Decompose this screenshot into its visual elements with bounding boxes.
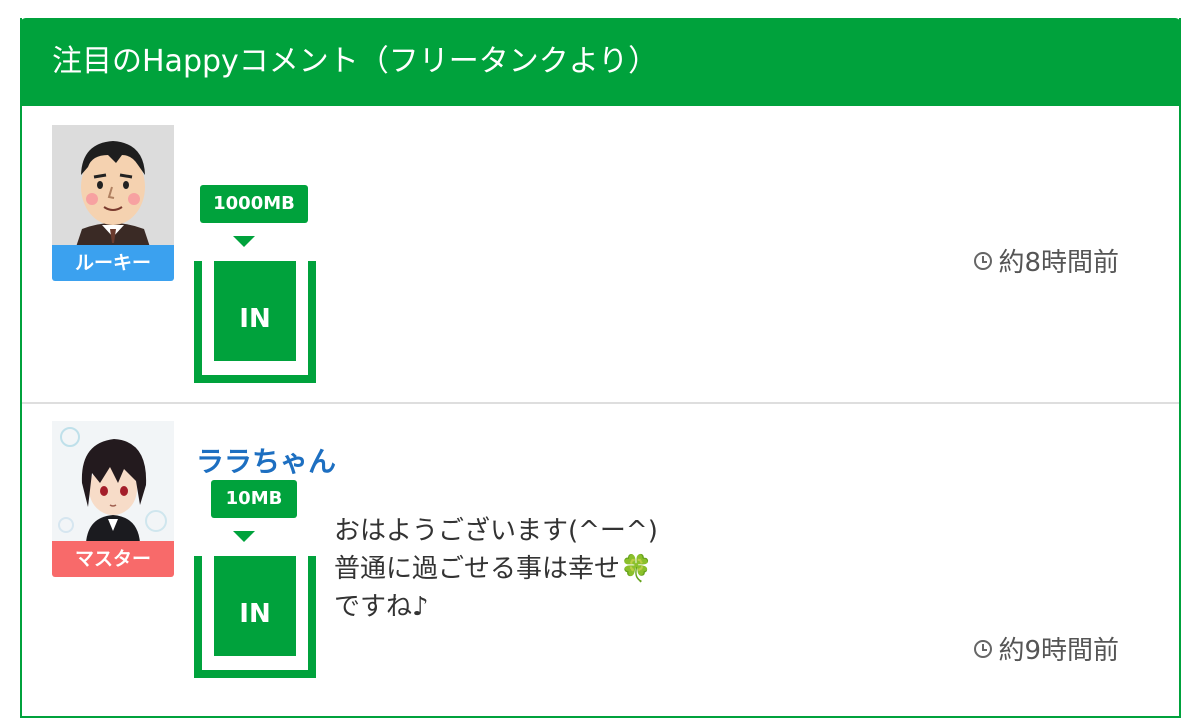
avatar[interactable]: マスター (52, 421, 174, 577)
arrow-down-icon (233, 531, 255, 542)
avatar-image (52, 125, 174, 247)
rank-badge-rookie: ルーキー (52, 245, 174, 281)
timestamp-text: 約9時間前 (998, 636, 1119, 666)
arrow-down-icon (233, 236, 255, 247)
comment-line: おはようございます(^ー^) (334, 516, 658, 546)
rank-badge-master: マスター (52, 541, 174, 577)
tank-graphic: IN (194, 261, 316, 383)
amount-badge: 10MB (211, 480, 297, 518)
comment-line: 普通に過ごせる事は幸せ🍀 (334, 554, 653, 584)
avatar[interactable]: ルーキー (52, 125, 174, 281)
tank-label: IN (214, 261, 296, 361)
amount-badge: 1000MB (200, 185, 308, 223)
timestamp: 約8時間前 (974, 242, 1119, 279)
comment-item[interactable]: ルーキー 1000MB IN 約8時間前 (22, 106, 1179, 404)
comment-line: ですね♪ (334, 592, 429, 622)
clock-icon (974, 639, 993, 658)
panel-title: 注目のHappyコメント（フリータンクより） (20, 18, 1181, 106)
timestamp-text: 約8時間前 (998, 248, 1119, 278)
avatar-image (52, 421, 174, 543)
timestamp: 約9時間前 (974, 630, 1119, 667)
anime-character-avatar-icon (52, 421, 174, 543)
tank-label: IN (214, 556, 296, 656)
username-link[interactable]: ララちゃん (196, 440, 336, 480)
tank-graphic: IN (194, 556, 316, 678)
clock-icon (974, 251, 993, 270)
comment-text: おはようございます(^ー^) 普通に過ごせる事は幸せ🍀 ですね♪ (334, 512, 658, 626)
happy-comment-panel: 注目のHappyコメント（フリータンクより） ルーキー 1000MB IN 約8… (20, 18, 1181, 718)
businessman-avatar-icon (52, 125, 174, 247)
comment-item[interactable]: マスター ララちゃん 10MB IN おはようございます(^ー^) 普通に過ごせ… (22, 402, 1179, 702)
